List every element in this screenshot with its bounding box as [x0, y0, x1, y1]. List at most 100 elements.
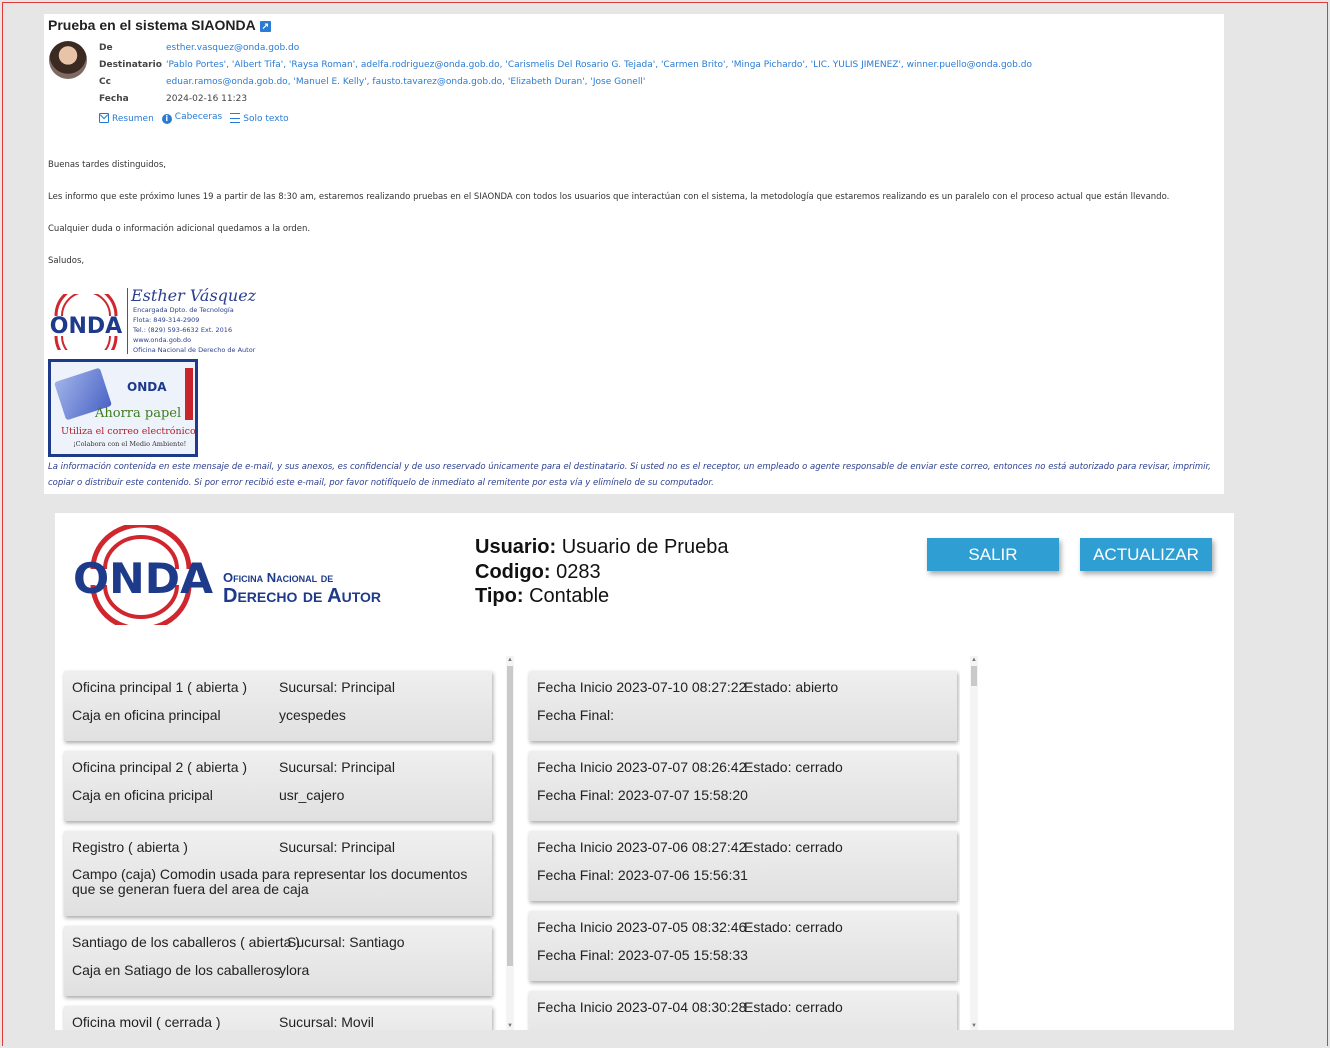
office-branch: Sucursal: Principal: [279, 759, 395, 775]
lines-icon: [230, 112, 241, 123]
office-user: ylora: [279, 962, 310, 978]
to-label: Destinatario: [99, 60, 162, 70]
user-type-label: Tipo:: [475, 585, 524, 607]
signature-line: Flota: 849-314-2909: [133, 316, 200, 324]
email-closing: Saludos,: [48, 256, 85, 266]
summary-link-label: Resumen: [112, 113, 154, 124]
user-code-value: 0283: [556, 560, 601, 583]
envelope-icon: [99, 112, 109, 123]
signature-line: www.onda.gob.do: [133, 336, 192, 344]
header-links: Resumen i Cabeceras Solo texto: [99, 112, 289, 124]
user-code-label: Codigo:: [475, 560, 551, 583]
logo-line-2: Derecho de Autor: [223, 585, 381, 607]
office-name: Oficina principal 1 ( abierta ): [72, 679, 248, 695]
user-code-row: Codigo: 0283: [475, 560, 728, 585]
from-value[interactable]: esther.vasquez@onda.gob.do: [166, 43, 299, 53]
eco-banner: ONDA Ahorra papel Utiliza el correo elec…: [48, 359, 198, 457]
user-type-value: Contable: [529, 585, 610, 607]
onda-logo: ONDA Oficina Nacional de Derecho de Auto…: [73, 525, 381, 625]
offices-list[interactable]: Oficina principal 1 ( abierta ) Sucursal…: [61, 656, 511, 1030]
office-caja: Caja en oficina principal: [72, 707, 221, 723]
session-start: Fecha Inicio 2023-07-04 08:30:28: [537, 999, 747, 1015]
session-status: Estado: cerrado: [744, 839, 843, 855]
office-card[interactable]: Registro ( abierta ) Sucursal: Principal…: [64, 831, 492, 916]
email-paragraph-1: Les informo que este próximo lunes 19 a …: [48, 192, 1170, 202]
office-branch: Sucursal: Santiago: [287, 934, 405, 950]
signature-name: Esther Vásquez: [131, 286, 257, 305]
session-card[interactable]: Fecha Inicio 2023-07-06 08:27:42 Estado:…: [529, 831, 957, 901]
session-status: Estado: abierto: [744, 679, 839, 695]
from-label: De: [99, 43, 113, 53]
text-only-link[interactable]: Solo texto: [230, 112, 289, 124]
signature-line: Tel.: (829) 593-6632 Ext. 2016: [133, 326, 233, 334]
session-start: Fecha Inicio 2023-07-06 08:27:42: [537, 839, 747, 855]
user-type-row: Tipo: Contable: [475, 584, 728, 609]
session-end: Fecha Final: 2023-07-07 15:58:20: [537, 787, 748, 803]
office-caja: Caja en oficina pricipal: [72, 787, 213, 803]
scroll-down-icon[interactable]: ▼: [506, 1022, 514, 1030]
sessions-list[interactable]: Fecha Inicio 2023-07-10 08:27:22 Estado:…: [526, 656, 960, 1030]
session-status: Estado: cerrado: [744, 759, 843, 775]
info-icon: i: [161, 114, 172, 124]
headers-link[interactable]: i Cabeceras: [161, 112, 223, 124]
session-card[interactable]: Fecha Inicio 2023-07-07 08:26:42 Estado:…: [529, 751, 957, 821]
eco-subtitle: Utiliza el correo electrónico: [61, 426, 195, 437]
cc-value[interactable]: eduar.ramos@onda.gob.do, 'Manuel E. Kell…: [166, 77, 645, 87]
eco-small-text: ¡Colabora con el Medio Ambiente!: [73, 440, 187, 448]
scroll-up-icon[interactable]: ▲: [506, 656, 514, 664]
office-caja: Campo (caja) Comodin usada para represen…: [72, 866, 468, 897]
scrollbar-thumb[interactable]: [507, 666, 513, 966]
email-panel: Prueba en el sistema SIAONDA ↗ De esther.…: [44, 14, 1224, 494]
office-name: Oficina movil ( cerrada ): [72, 1014, 221, 1030]
refresh-button[interactable]: ACTUALIZAR: [1080, 538, 1212, 571]
office-card[interactable]: Oficina principal 2 ( abierta ) Sucursal…: [64, 751, 492, 821]
office-branch: Sucursal: Principal: [279, 679, 395, 695]
eco-banner-inner: ONDA Ahorra papel Utiliza el correo elec…: [51, 362, 195, 454]
summary-link[interactable]: Resumen: [99, 112, 154, 124]
text-only-link-label: Solo texto: [243, 113, 289, 124]
app-screenshot: ONDA Oficina Nacional de Derecho de Auto…: [55, 513, 1234, 1030]
user-name-label: Usuario:: [475, 536, 557, 558]
sender-avatar: [49, 41, 87, 79]
user-info: Usuario: Usuario de Prueba Codigo: 0283 …: [475, 535, 728, 609]
session-card[interactable]: Fecha Inicio 2023-07-04 08:30:28 Estado:…: [529, 991, 957, 1030]
signature-logo-text: ONDA: [50, 314, 122, 339]
eco-side-stripe: [185, 368, 193, 420]
sessions-scrollbar[interactable]: ▲ ▼: [970, 656, 978, 1030]
to-value[interactable]: 'Pablo Portes', 'Albert Tifa', 'Raysa Ro…: [166, 60, 1032, 70]
headers-link-label: Cabeceras: [174, 112, 223, 122]
office-card[interactable]: Oficina principal 1 ( abierta ) Sucursal…: [64, 671, 492, 741]
session-status: Estado: cerrado: [744, 919, 843, 935]
session-start: Fecha Inicio 2023-07-10 08:27:22: [537, 679, 747, 695]
eco-logo-text: ONDA: [127, 380, 167, 394]
signature-line: Encargada Dpto. de Tecnología: [133, 306, 234, 314]
logout-button[interactable]: SALIR: [927, 538, 1059, 571]
user-name-value: Usuario de Prueba: [561, 536, 729, 558]
signature-line: Oficina Nacional de Derecho de Autor: [133, 346, 256, 354]
session-start: Fecha Inicio 2023-07-07 08:26:42: [537, 759, 747, 775]
office-card[interactable]: Santiago de los caballeros ( abierta ) S…: [64, 926, 492, 996]
email-disclaimer: La información contenida en este mensaje…: [48, 462, 1211, 488]
date-label: Fecha: [99, 94, 129, 104]
office-caja: Caja en Satiago de los caballeros: [72, 962, 281, 978]
office-branch: Sucursal: Principal: [279, 839, 395, 855]
scroll-up-icon[interactable]: ▲: [970, 656, 978, 664]
office-user: usr_cajero: [279, 787, 345, 803]
logo-line-1: Oficina Nacional de: [223, 570, 333, 585]
onda-signature-logo: ONDA: [50, 294, 122, 350]
email-signature: ONDA Esther Vásquez Encargada Dpto. de T…: [48, 286, 278, 358]
session-end: Fecha Final: 2023-07-05 15:58:33: [537, 947, 748, 963]
scroll-down-icon[interactable]: ▼: [970, 1022, 978, 1030]
external-link-icon[interactable]: ↗: [259, 20, 271, 32]
email-subject: Prueba en el sistema SIAONDA ↗: [48, 17, 271, 33]
office-user: ycespedes: [279, 707, 346, 723]
office-card[interactable]: Oficina movil ( cerrada ) Sucursal: Movi…: [64, 1006, 492, 1030]
cc-label: Cc: [99, 77, 111, 87]
offices-scrollbar[interactable]: ▲ ▼: [506, 656, 514, 1030]
office-name: Registro ( abierta ): [72, 839, 188, 855]
session-card[interactable]: Fecha Inicio 2023-07-10 08:27:22 Estado:…: [529, 671, 957, 741]
email-greeting: Buenas tardes distinguidos,: [48, 160, 166, 170]
scrollbar-thumb[interactable]: [971, 666, 977, 686]
date-value: 2024-02-16 11:23: [166, 94, 248, 104]
session-card[interactable]: Fecha Inicio 2023-07-05 08:32:46 Estado:…: [529, 911, 957, 981]
